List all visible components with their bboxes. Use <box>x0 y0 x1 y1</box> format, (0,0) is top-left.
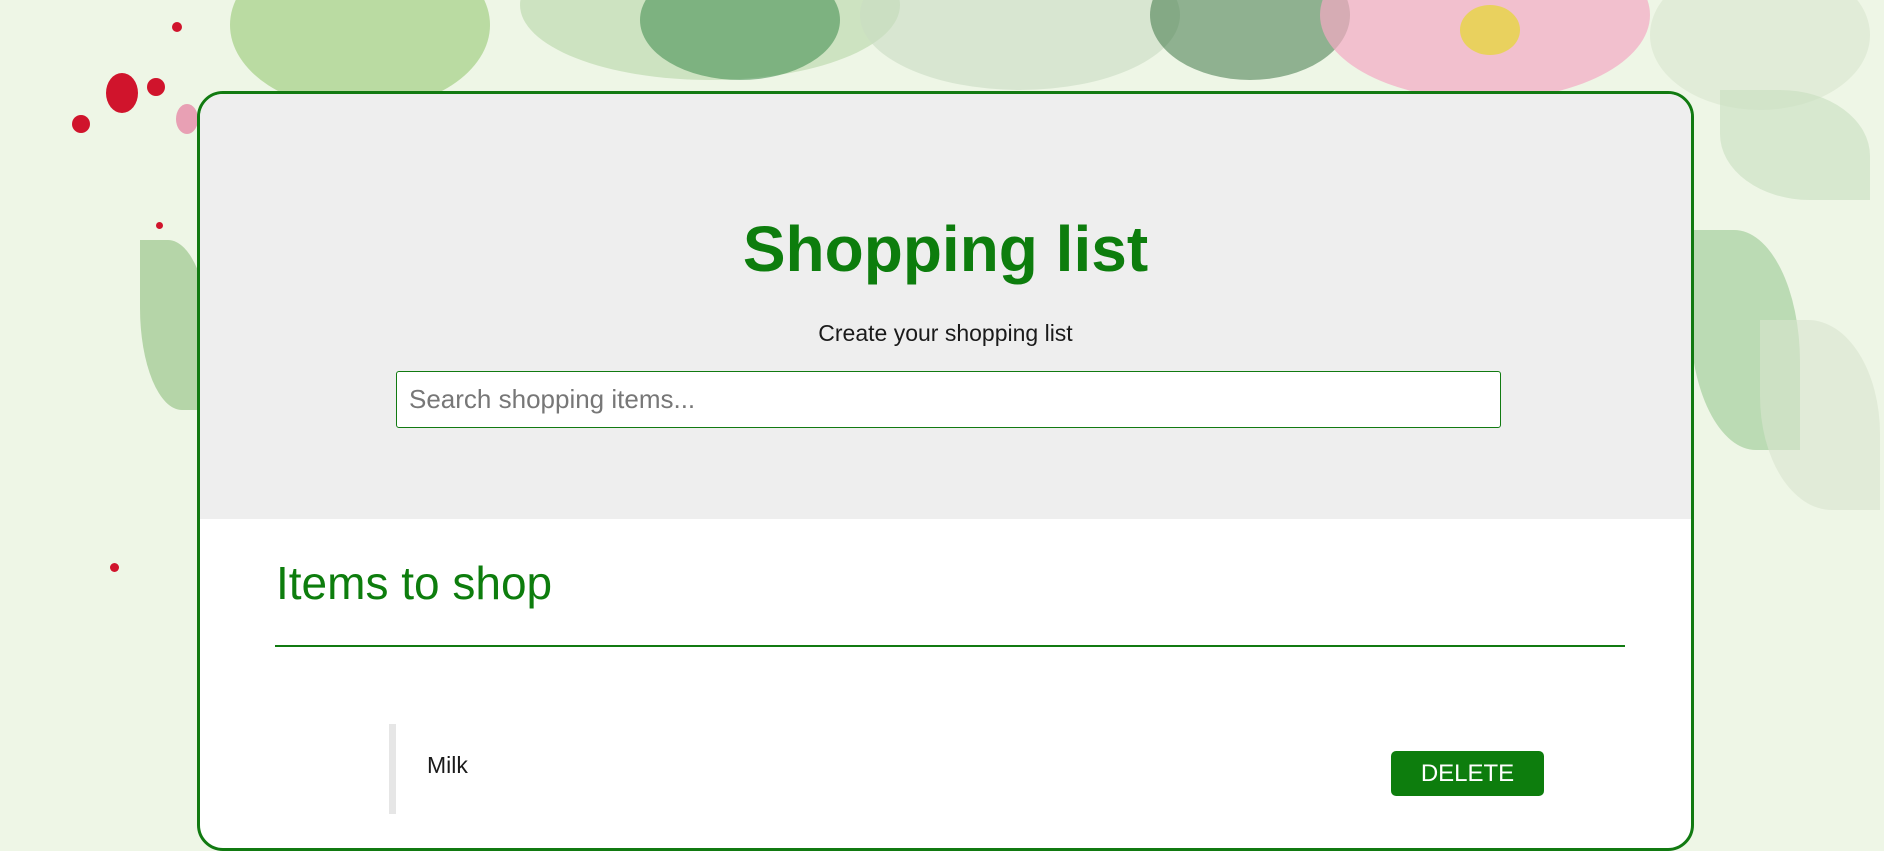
bg-paint-splash <box>106 73 138 113</box>
search-input[interactable] <box>396 371 1501 428</box>
bg-leaf-shape <box>1720 90 1870 200</box>
bg-paint-splash <box>156 222 163 229</box>
bg-paint-splash <box>172 22 182 32</box>
bg-paint-splash <box>176 104 198 134</box>
bg-flower-center <box>1460 5 1520 55</box>
bg-leaf-shape <box>860 0 1180 90</box>
bg-leaf-shape <box>1760 320 1880 510</box>
page-title: Shopping list <box>742 213 1149 285</box>
bg-paint-splash <box>147 78 165 96</box>
list-item: Milk DELETE <box>389 724 1554 814</box>
shopping-list-card: Shopping list Create your shopping list … <box>197 91 1694 851</box>
header-section: Shopping list Create your shopping list <box>200 94 1691 519</box>
bg-paint-splash <box>72 115 90 133</box>
items-section-title: Items to shop <box>276 557 553 609</box>
delete-button[interactable]: DELETE <box>1391 751 1544 796</box>
item-name: Milk <box>427 752 468 778</box>
bg-paint-splash <box>110 563 119 572</box>
section-divider <box>275 645 1625 647</box>
page-subtitle: Create your shopping list <box>818 320 1073 346</box>
